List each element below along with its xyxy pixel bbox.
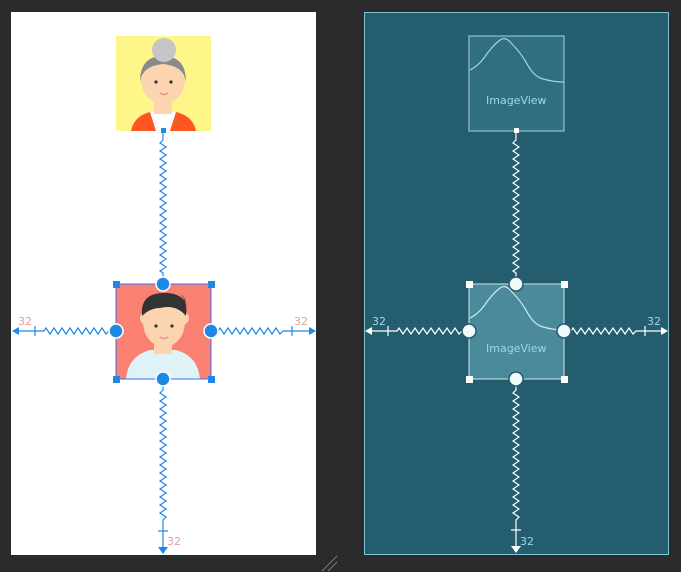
anchor-right-blueprint[interactable] xyxy=(556,323,572,339)
layout-editor-overlay: 32 32 32 ImageView ImageView 32 32 32 xyxy=(12,35,668,572)
top-image-view-design[interactable] xyxy=(116,36,211,131)
margin-left-label-design: 32 xyxy=(18,315,32,328)
margin-right-label-blueprint: 32 xyxy=(647,315,661,328)
resize-handle-tl-blueprint[interactable] xyxy=(466,281,473,288)
margin-bottom-label-design: 32 xyxy=(167,535,181,548)
resize-handle-br-blueprint[interactable] xyxy=(561,376,568,383)
constraint-left-spring-blueprint xyxy=(367,326,469,336)
resize-handle-br[interactable] xyxy=(208,376,215,383)
anchor-bottom-blueprint[interactable] xyxy=(508,371,524,387)
constraint-bottom-spring-blueprint xyxy=(511,379,521,549)
constraint-top-spring-blueprint xyxy=(511,133,521,282)
anchor-top-design[interactable] xyxy=(155,276,171,292)
resize-handle-tr[interactable] xyxy=(208,281,215,288)
constraint-right-spring-blueprint xyxy=(564,326,665,336)
top-view-label: ImageView xyxy=(486,94,547,107)
constraint-top-spring-design xyxy=(158,133,168,282)
constraint-left-spring-design xyxy=(14,326,116,336)
center-image-view-design[interactable] xyxy=(116,284,211,379)
constraint-right-spring-design xyxy=(211,326,313,336)
anchor-top-blueprint[interactable] xyxy=(508,276,524,292)
resize-handle-tl[interactable] xyxy=(113,281,120,288)
top-view-bottom-anchor-blueprint[interactable] xyxy=(514,128,519,133)
panel-resize-grip-icon[interactable] xyxy=(321,555,338,572)
top-image-view-blueprint[interactable]: ImageView xyxy=(468,35,565,132)
center-image-view-blueprint[interactable]: ImageView xyxy=(468,283,565,380)
margin-right-label-design: 32 xyxy=(294,315,308,328)
resize-handle-bl[interactable] xyxy=(113,376,120,383)
anchor-left-blueprint[interactable] xyxy=(461,323,477,339)
top-view-bottom-anchor[interactable] xyxy=(161,128,166,133)
resize-handle-tr-blueprint[interactable] xyxy=(561,281,568,288)
anchor-left-design[interactable] xyxy=(108,323,124,339)
constraint-bottom-spring-design xyxy=(158,379,168,551)
margin-left-label-blueprint: 32 xyxy=(372,315,386,328)
anchor-bottom-design[interactable] xyxy=(155,371,171,387)
resize-handle-bl-blueprint[interactable] xyxy=(466,376,473,383)
margin-bottom-label-blueprint: 32 xyxy=(520,535,534,548)
anchor-right-design[interactable] xyxy=(203,323,219,339)
center-view-label: ImageView xyxy=(486,342,547,355)
